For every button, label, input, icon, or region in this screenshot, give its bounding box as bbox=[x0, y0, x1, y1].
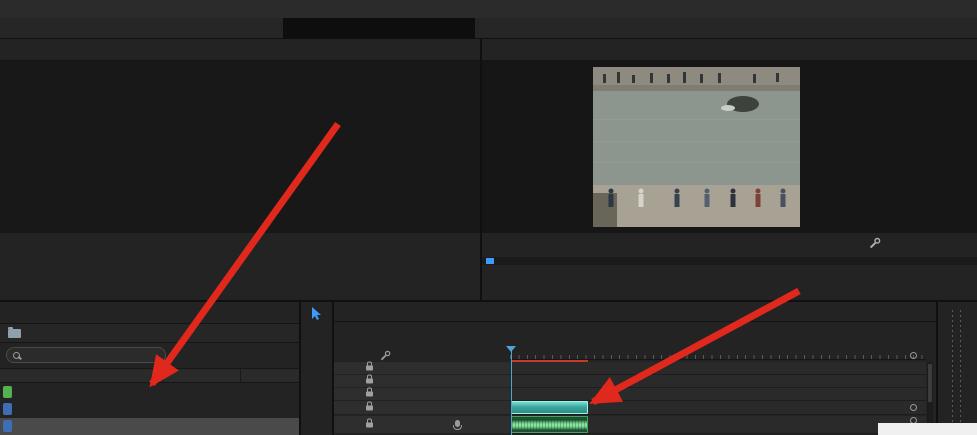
playhead-line[interactable] bbox=[511, 346, 512, 435]
source-monitor-panel bbox=[0, 39, 480, 300]
track-v3 bbox=[334, 375, 936, 388]
track-lock-icon[interactable] bbox=[366, 366, 373, 371]
search-input[interactable] bbox=[25, 350, 150, 361]
project-row-audio-clip[interactable] bbox=[0, 418, 299, 435]
scrollbar-thumb[interactable] bbox=[928, 364, 932, 402]
scroll-handle-dot[interactable] bbox=[910, 352, 917, 359]
timeline-ruler[interactable] bbox=[510, 346, 926, 360]
selection-tool-icon[interactable] bbox=[311, 307, 322, 320]
program-monitor-view bbox=[482, 61, 977, 233]
track-v4-header bbox=[334, 362, 510, 375]
meter-scale-line bbox=[952, 310, 953, 427]
playback-resolution-select[interactable] bbox=[852, 236, 855, 250]
voiceover-mic-icon[interactable] bbox=[455, 420, 460, 427]
track-v1 bbox=[334, 401, 936, 415]
search-icon bbox=[13, 352, 20, 359]
workspace-bar bbox=[0, 18, 977, 38]
column-divider bbox=[162, 369, 163, 382]
track-a1 bbox=[334, 416, 936, 434]
track-lock-icon[interactable] bbox=[366, 379, 373, 384]
track-lock-icon[interactable] bbox=[366, 392, 373, 397]
label-color-chip[interactable] bbox=[3, 403, 12, 415]
meter-scale-line bbox=[960, 310, 961, 427]
track-v2-header bbox=[334, 388, 510, 401]
track-v2-lane[interactable] bbox=[510, 388, 926, 401]
program-panel-tabs bbox=[482, 39, 977, 61]
settings-wrench-icon[interactable] bbox=[869, 237, 881, 249]
tools-panel bbox=[301, 302, 332, 435]
scroll-handle[interactable] bbox=[486, 258, 494, 264]
project-search-row bbox=[0, 343, 299, 368]
ruler-ticks bbox=[510, 355, 926, 359]
program-monitor-panel bbox=[482, 39, 977, 300]
label-color-chip[interactable] bbox=[3, 420, 12, 432]
track-lock-icon[interactable] bbox=[366, 405, 373, 410]
workspace-tabs bbox=[283, 18, 475, 38]
audio-meters-panel bbox=[938, 302, 977, 435]
project-list-header bbox=[0, 368, 299, 383]
track-v4-lane[interactable] bbox=[510, 362, 926, 375]
program-transport-controls bbox=[482, 271, 977, 295]
track-v3-lane[interactable] bbox=[510, 375, 926, 388]
source-transport-controls bbox=[0, 271, 480, 295]
timeline-tabs bbox=[334, 302, 936, 322]
menu-bar bbox=[0, 0, 977, 18]
timeline-wrench-icon[interactable] bbox=[380, 350, 391, 361]
search-box[interactable] bbox=[6, 347, 166, 363]
timeline-toolbar bbox=[344, 350, 391, 361]
scroll-handle-dot[interactable] bbox=[910, 404, 917, 411]
timeline-video-clip[interactable] bbox=[511, 401, 588, 414]
source-timecode-row bbox=[0, 233, 480, 253]
track-v2 bbox=[334, 388, 936, 401]
project-row-video-clip[interactable] bbox=[0, 401, 299, 418]
column-divider bbox=[240, 369, 241, 382]
track-lock-icon[interactable] bbox=[366, 422, 373, 427]
source-monitor-view bbox=[0, 61, 480, 233]
render-bar bbox=[511, 360, 588, 362]
fit-select[interactable] bbox=[572, 236, 575, 250]
program-scroll-strip[interactable] bbox=[482, 257, 977, 265]
track-a1-header bbox=[334, 416, 510, 434]
project-bin-row[interactable] bbox=[0, 324, 299, 343]
playhead-caret[interactable] bbox=[506, 346, 516, 357]
track-v3-header bbox=[334, 375, 510, 388]
audio-waveform bbox=[512, 420, 587, 430]
watermark-block bbox=[878, 423, 977, 435]
timeline-panel bbox=[334, 302, 936, 435]
folder-icon bbox=[8, 329, 21, 338]
label-color-chip[interactable] bbox=[3, 386, 12, 398]
track-v1-header bbox=[334, 401, 510, 415]
project-panel bbox=[0, 302, 299, 435]
timeline-audio-clip[interactable] bbox=[511, 416, 588, 433]
track-v4 bbox=[334, 362, 936, 375]
project-panel-tabs bbox=[0, 302, 299, 324]
program-timecode-row bbox=[482, 233, 977, 253]
program-video-frame bbox=[593, 67, 800, 227]
source-panel-tabs bbox=[0, 39, 480, 61]
project-row-sequence[interactable] bbox=[0, 384, 299, 401]
